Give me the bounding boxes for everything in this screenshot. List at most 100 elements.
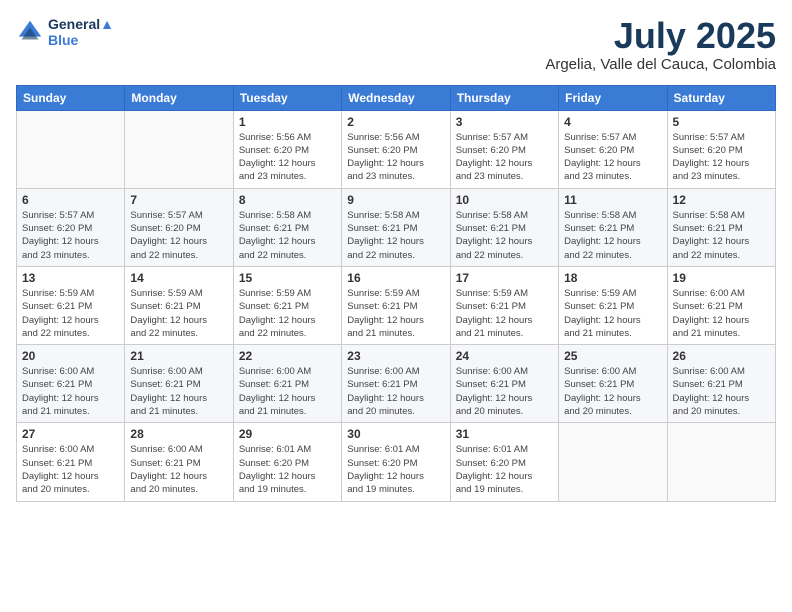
day-number: 26 (673, 349, 770, 363)
calendar-table: SundayMondayTuesdayWednesdayThursdayFrid… (16, 85, 776, 502)
day-number: 9 (347, 193, 444, 207)
calendar-cell: 14Sunrise: 5:59 AM Sunset: 6:21 PM Dayli… (125, 266, 233, 344)
calendar-cell: 22 Sunrise: 6:00 AM Sunset: 6:21 PM Dayli… (233, 345, 341, 423)
day-number: 29 (239, 427, 336, 441)
calendar-cell: 8 Sunrise: 5:58 AM Sunset: 6:21 PM Daylig… (233, 188, 341, 266)
day-number: 30 (347, 427, 444, 441)
calendar-cell: 6 Sunrise: 5:57 AM Sunset: 6:20 PM Daylig… (17, 188, 125, 266)
calendar-cell: 26 Sunrise: 6:00 AM Sunset: 6:21 PM Dayli… (667, 345, 775, 423)
calendar-header-row: SundayMondayTuesdayWednesdayThursdayFrid… (17, 85, 776, 110)
calendar-cell: 18 Sunrise: 5:59 AM Sunset: 6:21 PM Dayli… (559, 266, 667, 344)
day-info: Sunrise: 5:59 AM Sunset: 6:21 PM Dayligh… (130, 287, 227, 340)
day-number: 21 (130, 349, 227, 363)
day-number: 3 (456, 115, 553, 129)
day-info: Sunrise: 5:58 AM Sunset: 6:21 PM Dayligh… (239, 209, 336, 262)
day-number: 22 (239, 349, 336, 363)
day-info: Sunrise: 5:58 AM Sunset: 6:21 PM Dayligh… (347, 209, 444, 262)
logo: General▲ Blue (16, 16, 114, 48)
page-header: General▲ Blue July 2025 Argelia, Valle d… (16, 16, 776, 73)
calendar-cell: 13Sunrise: 5:59 AM Sunset: 6:21 PM Dayli… (17, 266, 125, 344)
day-info: Sunrise: 6:00 AM Sunset: 6:21 PM Dayligh… (239, 365, 336, 418)
day-info: Sunrise: 6:00 AM Sunset: 6:21 PM Dayligh… (347, 365, 444, 418)
calendar-cell: 27 Sunrise: 6:00 AM Sunset: 6:21 PM Dayli… (17, 423, 125, 501)
calendar-cell: 7Sunrise: 5:57 AM Sunset: 6:20 PM Daylig… (125, 188, 233, 266)
day-info: Sunrise: 5:56 AM Sunset: 6:20 PM Dayligh… (239, 131, 336, 184)
weekday-header: Wednesday (342, 85, 450, 110)
day-info: Sunrise: 5:59 AM Sunset: 6:21 PM Dayligh… (239, 287, 336, 340)
day-info: Sunrise: 6:01 AM Sunset: 6:20 PM Dayligh… (239, 443, 336, 496)
weekday-header: Monday (125, 85, 233, 110)
weekday-header: Sunday (17, 85, 125, 110)
day-info: Sunrise: 5:57 AM Sunset: 6:20 PM Dayligh… (673, 131, 770, 184)
calendar-cell: 5Sunrise: 5:57 AM Sunset: 6:20 PM Daylig… (667, 110, 775, 188)
calendar-cell: 16Sunrise: 5:59 AM Sunset: 6:21 PM Dayli… (342, 266, 450, 344)
calendar-week-row: 1 Sunrise: 5:56 AM Sunset: 6:20 PM Daylig… (17, 110, 776, 188)
calendar-cell: 15 Sunrise: 5:59 AM Sunset: 6:21 PM Dayli… (233, 266, 341, 344)
calendar-cell: 24Sunrise: 6:00 AM Sunset: 6:21 PM Dayli… (450, 345, 558, 423)
day-info: Sunrise: 6:00 AM Sunset: 6:21 PM Dayligh… (130, 365, 227, 418)
calendar-cell: 1 Sunrise: 5:56 AM Sunset: 6:20 PM Daylig… (233, 110, 341, 188)
day-info: Sunrise: 5:57 AM Sunset: 6:20 PM Dayligh… (22, 209, 119, 262)
calendar-cell: 21 Sunrise: 6:00 AM Sunset: 6:21 PM Dayli… (125, 345, 233, 423)
calendar-cell: 20Sunrise: 6:00 AM Sunset: 6:21 PM Dayli… (17, 345, 125, 423)
logo-icon (16, 18, 44, 46)
day-number: 18 (564, 271, 661, 285)
day-number: 23 (347, 349, 444, 363)
weekday-header: Thursday (450, 85, 558, 110)
calendar-cell: 30 Sunrise: 6:01 AM Sunset: 6:20 PM Dayli… (342, 423, 450, 501)
day-info: Sunrise: 5:58 AM Sunset: 6:21 PM Dayligh… (456, 209, 553, 262)
calendar-cell (17, 110, 125, 188)
day-info: Sunrise: 6:00 AM Sunset: 6:21 PM Dayligh… (673, 365, 770, 418)
day-info: Sunrise: 6:00 AM Sunset: 6:21 PM Dayligh… (22, 365, 119, 418)
day-number: 15 (239, 271, 336, 285)
location-title: Argelia, Valle del Cauca, Colombia (545, 56, 776, 73)
title-block: July 2025 Argelia, Valle del Cauca, Colo… (545, 16, 776, 73)
day-info: Sunrise: 5:59 AM Sunset: 6:21 PM Dayligh… (22, 287, 119, 340)
weekday-header: Tuesday (233, 85, 341, 110)
calendar-cell: 12 Sunrise: 5:58 AM Sunset: 6:21 PM Dayli… (667, 188, 775, 266)
day-number: 2 (347, 115, 444, 129)
calendar-cell: 25 Sunrise: 6:00 AM Sunset: 6:21 PM Dayli… (559, 345, 667, 423)
calendar-cell: 11Sunrise: 5:58 AM Sunset: 6:21 PM Dayli… (559, 188, 667, 266)
calendar-cell: 9 Sunrise: 5:58 AM Sunset: 6:21 PM Daylig… (342, 188, 450, 266)
day-number: 31 (456, 427, 553, 441)
day-info: Sunrise: 6:00 AM Sunset: 6:21 PM Dayligh… (130, 443, 227, 496)
day-number: 6 (22, 193, 119, 207)
calendar-cell: 31 Sunrise: 6:01 AM Sunset: 6:20 PM Dayli… (450, 423, 558, 501)
day-info: Sunrise: 5:57 AM Sunset: 6:20 PM Dayligh… (456, 131, 553, 184)
day-info: Sunrise: 5:57 AM Sunset: 6:20 PM Dayligh… (564, 131, 661, 184)
day-number: 8 (239, 193, 336, 207)
day-info: Sunrise: 6:00 AM Sunset: 6:21 PM Dayligh… (456, 365, 553, 418)
day-number: 12 (673, 193, 770, 207)
calendar-cell: 23 Sunrise: 6:00 AM Sunset: 6:21 PM Dayli… (342, 345, 450, 423)
day-number: 4 (564, 115, 661, 129)
weekday-header: Friday (559, 85, 667, 110)
calendar-cell (125, 110, 233, 188)
calendar-cell: 28 Sunrise: 6:00 AM Sunset: 6:21 PM Dayli… (125, 423, 233, 501)
day-number: 25 (564, 349, 661, 363)
calendar-cell: 29 Sunrise: 6:01 AM Sunset: 6:20 PM Dayli… (233, 423, 341, 501)
day-info: Sunrise: 5:56 AM Sunset: 6:20 PM Dayligh… (347, 131, 444, 184)
day-number: 10 (456, 193, 553, 207)
calendar-week-row: 27 Sunrise: 6:00 AM Sunset: 6:21 PM Dayli… (17, 423, 776, 501)
calendar-cell (559, 423, 667, 501)
calendar-cell: 4 Sunrise: 5:57 AM Sunset: 6:20 PM Daylig… (559, 110, 667, 188)
day-info: Sunrise: 6:00 AM Sunset: 6:21 PM Dayligh… (673, 287, 770, 340)
day-info: Sunrise: 5:58 AM Sunset: 6:21 PM Dayligh… (673, 209, 770, 262)
day-info: Sunrise: 5:59 AM Sunset: 6:21 PM Dayligh… (564, 287, 661, 340)
day-info: Sunrise: 5:58 AM Sunset: 6:21 PM Dayligh… (564, 209, 661, 262)
day-info: Sunrise: 5:59 AM Sunset: 6:21 PM Dayligh… (347, 287, 444, 340)
day-number: 28 (130, 427, 227, 441)
logo-text: General▲ Blue (48, 16, 114, 48)
day-info: Sunrise: 6:00 AM Sunset: 6:21 PM Dayligh… (22, 443, 119, 496)
calendar-week-row: 20Sunrise: 6:00 AM Sunset: 6:21 PM Dayli… (17, 345, 776, 423)
calendar-cell: 2 Sunrise: 5:56 AM Sunset: 6:20 PM Daylig… (342, 110, 450, 188)
day-info: Sunrise: 6:01 AM Sunset: 6:20 PM Dayligh… (347, 443, 444, 496)
day-number: 27 (22, 427, 119, 441)
calendar-cell: 3 Sunrise: 5:57 AM Sunset: 6:20 PM Daylig… (450, 110, 558, 188)
calendar-cell (667, 423, 775, 501)
weekday-header: Saturday (667, 85, 775, 110)
day-info: Sunrise: 6:01 AM Sunset: 6:20 PM Dayligh… (456, 443, 553, 496)
day-info: Sunrise: 6:00 AM Sunset: 6:21 PM Dayligh… (564, 365, 661, 418)
day-number: 1 (239, 115, 336, 129)
